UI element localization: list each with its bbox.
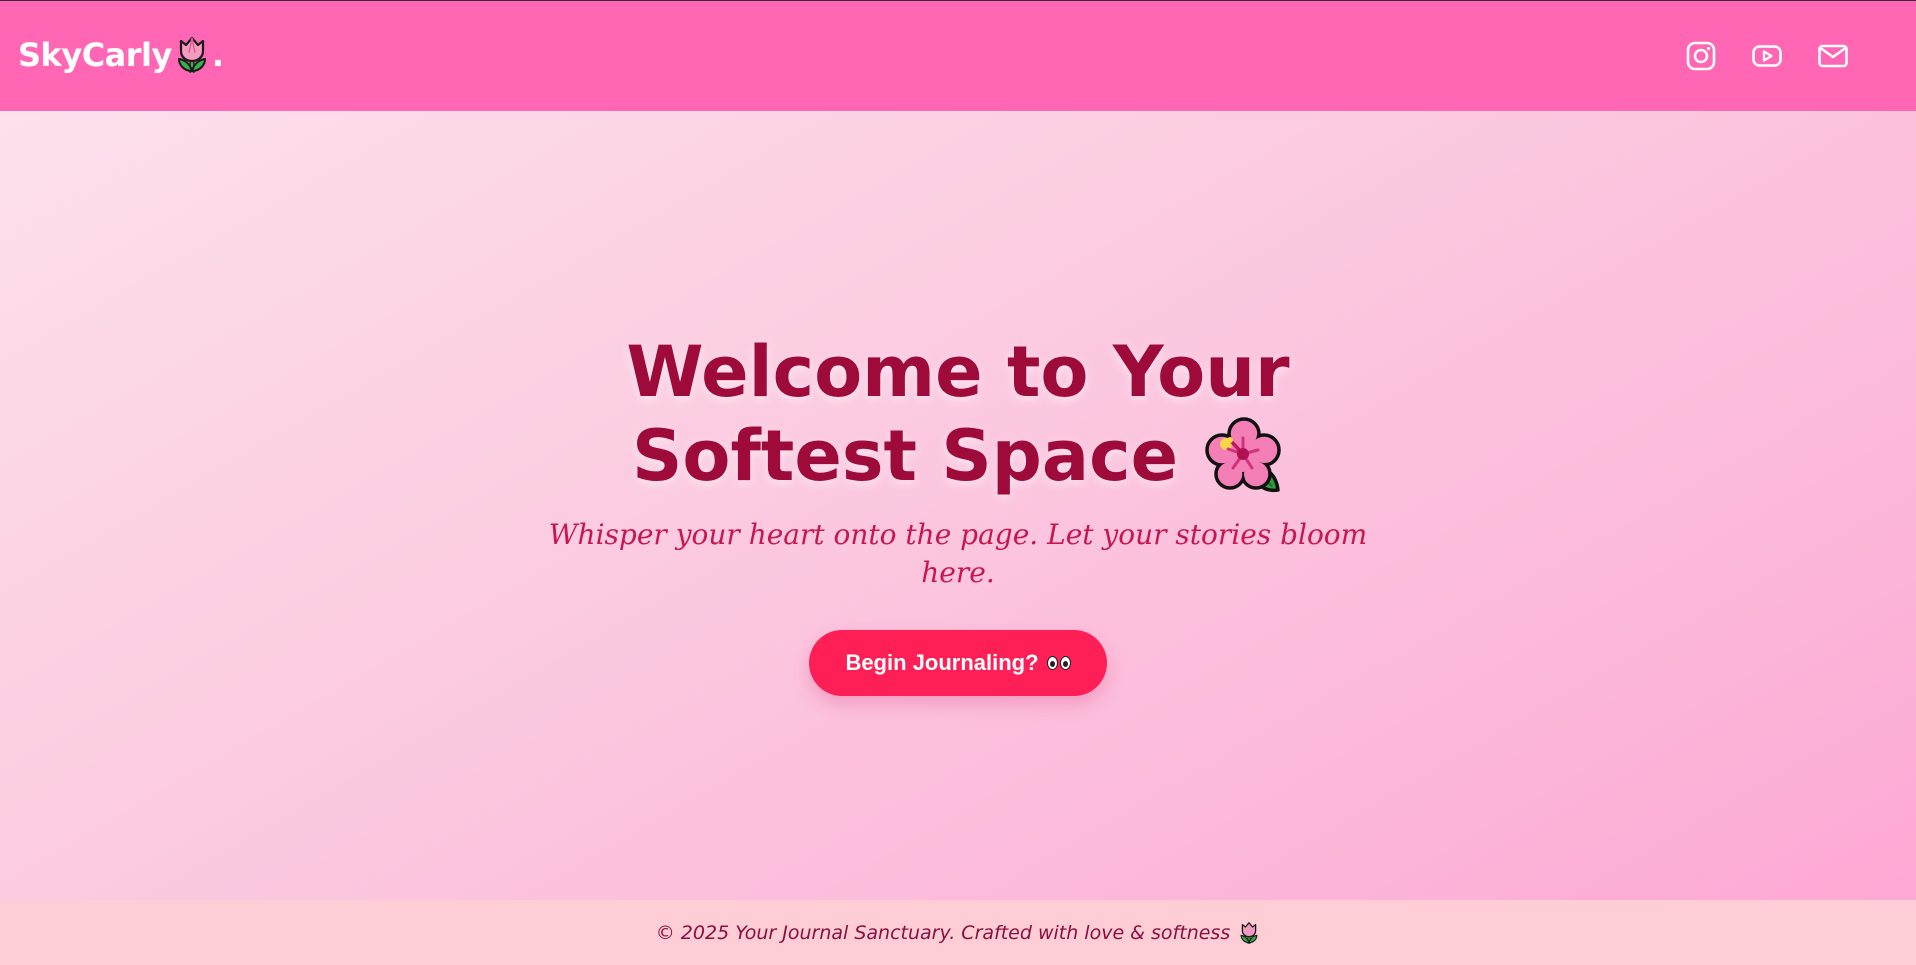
footer-text: © 2025 Your Journal Sanctuary. Crafted w… xyxy=(655,921,1231,944)
mail-icon xyxy=(1818,44,1848,68)
brand-name: SkyCarly xyxy=(18,36,172,74)
instagram-icon xyxy=(1686,41,1716,71)
email-link[interactable] xyxy=(1816,39,1850,73)
begin-journaling-button[interactable]: Begin Journaling? xyxy=(809,630,1107,696)
hero-title-line2: Softest Space xyxy=(631,415,1179,497)
top-nav-bar: SkyCarly . xyxy=(0,0,1916,111)
hero-section: Welcome to Your Softest Space Whisper yo… xyxy=(0,330,1916,696)
tulip-icon xyxy=(174,35,210,75)
instagram-link[interactable] xyxy=(1684,39,1718,73)
youtube-link[interactable] xyxy=(1750,39,1784,73)
hero-title-line1: Welcome to Your xyxy=(626,331,1290,413)
hero-subtitle: Whisper your heart onto the page. Let yo… xyxy=(548,518,1368,589)
page-footer: © 2025 Your Journal Sanctuary. Crafted w… xyxy=(0,900,1916,965)
eyes-icon xyxy=(1046,656,1071,670)
cta-label: Begin Journaling? xyxy=(845,650,1039,675)
youtube-icon xyxy=(1752,45,1782,67)
hero-title: Welcome to Your Softest Space xyxy=(608,330,1308,498)
tulip-icon xyxy=(1238,921,1260,945)
brand-dot: . xyxy=(211,36,224,74)
site-logo[interactable]: SkyCarly . xyxy=(18,35,224,75)
hibiscus-icon xyxy=(1204,416,1284,496)
